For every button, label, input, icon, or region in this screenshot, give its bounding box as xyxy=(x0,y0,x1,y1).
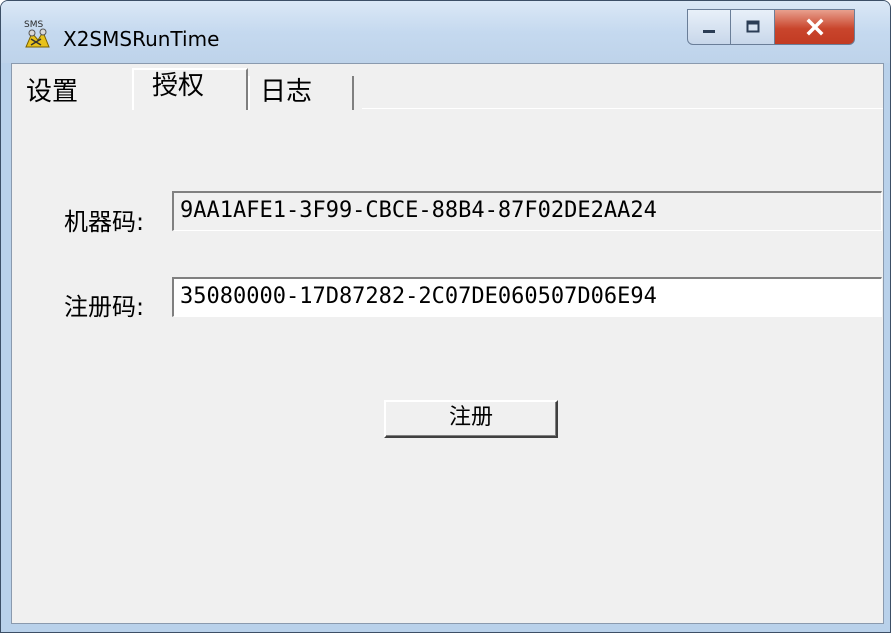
register-button[interactable]: 注册 xyxy=(384,400,558,438)
close-button[interactable] xyxy=(775,9,855,45)
tab-license[interactable]: 授权 xyxy=(132,68,248,110)
maximize-icon xyxy=(745,19,761,35)
reg-code-input[interactable]: 35080000-17D87282-2C07DE060507D06E94 xyxy=(172,277,882,317)
maximize-button[interactable] xyxy=(731,9,775,45)
sms-app-icon: SMS xyxy=(23,18,51,48)
tab-strip: 设置 授权 日志 xyxy=(12,64,883,110)
machine-code-label: 机器码: xyxy=(64,208,145,236)
title-bar[interactable]: SMS X2SMSRunTime xyxy=(1,1,890,63)
app-window: SMS X2SMSRunTime 设置 授权 日志 机器码: 9AA1AFE1-… xyxy=(0,0,891,633)
tab-settings[interactable]: 设置 xyxy=(26,76,106,112)
tab-log[interactable]: 日志 xyxy=(248,76,354,110)
tab-divider xyxy=(362,108,883,109)
minimize-button[interactable] xyxy=(687,9,731,45)
reg-code-label: 注册码: xyxy=(64,293,145,321)
machine-code-field[interactable]: 9AA1AFE1-3F99-CBCE-88B4-87F02DE2AA24 xyxy=(172,191,882,231)
minimize-icon xyxy=(701,19,717,35)
license-panel: 机器码: 9AA1AFE1-3F99-CBCE-88B4-87F02DE2AA2… xyxy=(12,110,883,623)
close-icon xyxy=(805,18,825,36)
client-area: 设置 授权 日志 机器码: 9AA1AFE1-3F99-CBCE-88B4-87… xyxy=(11,63,884,624)
svg-text:SMS: SMS xyxy=(24,20,43,30)
window-title: X2SMSRunTime xyxy=(63,27,220,51)
